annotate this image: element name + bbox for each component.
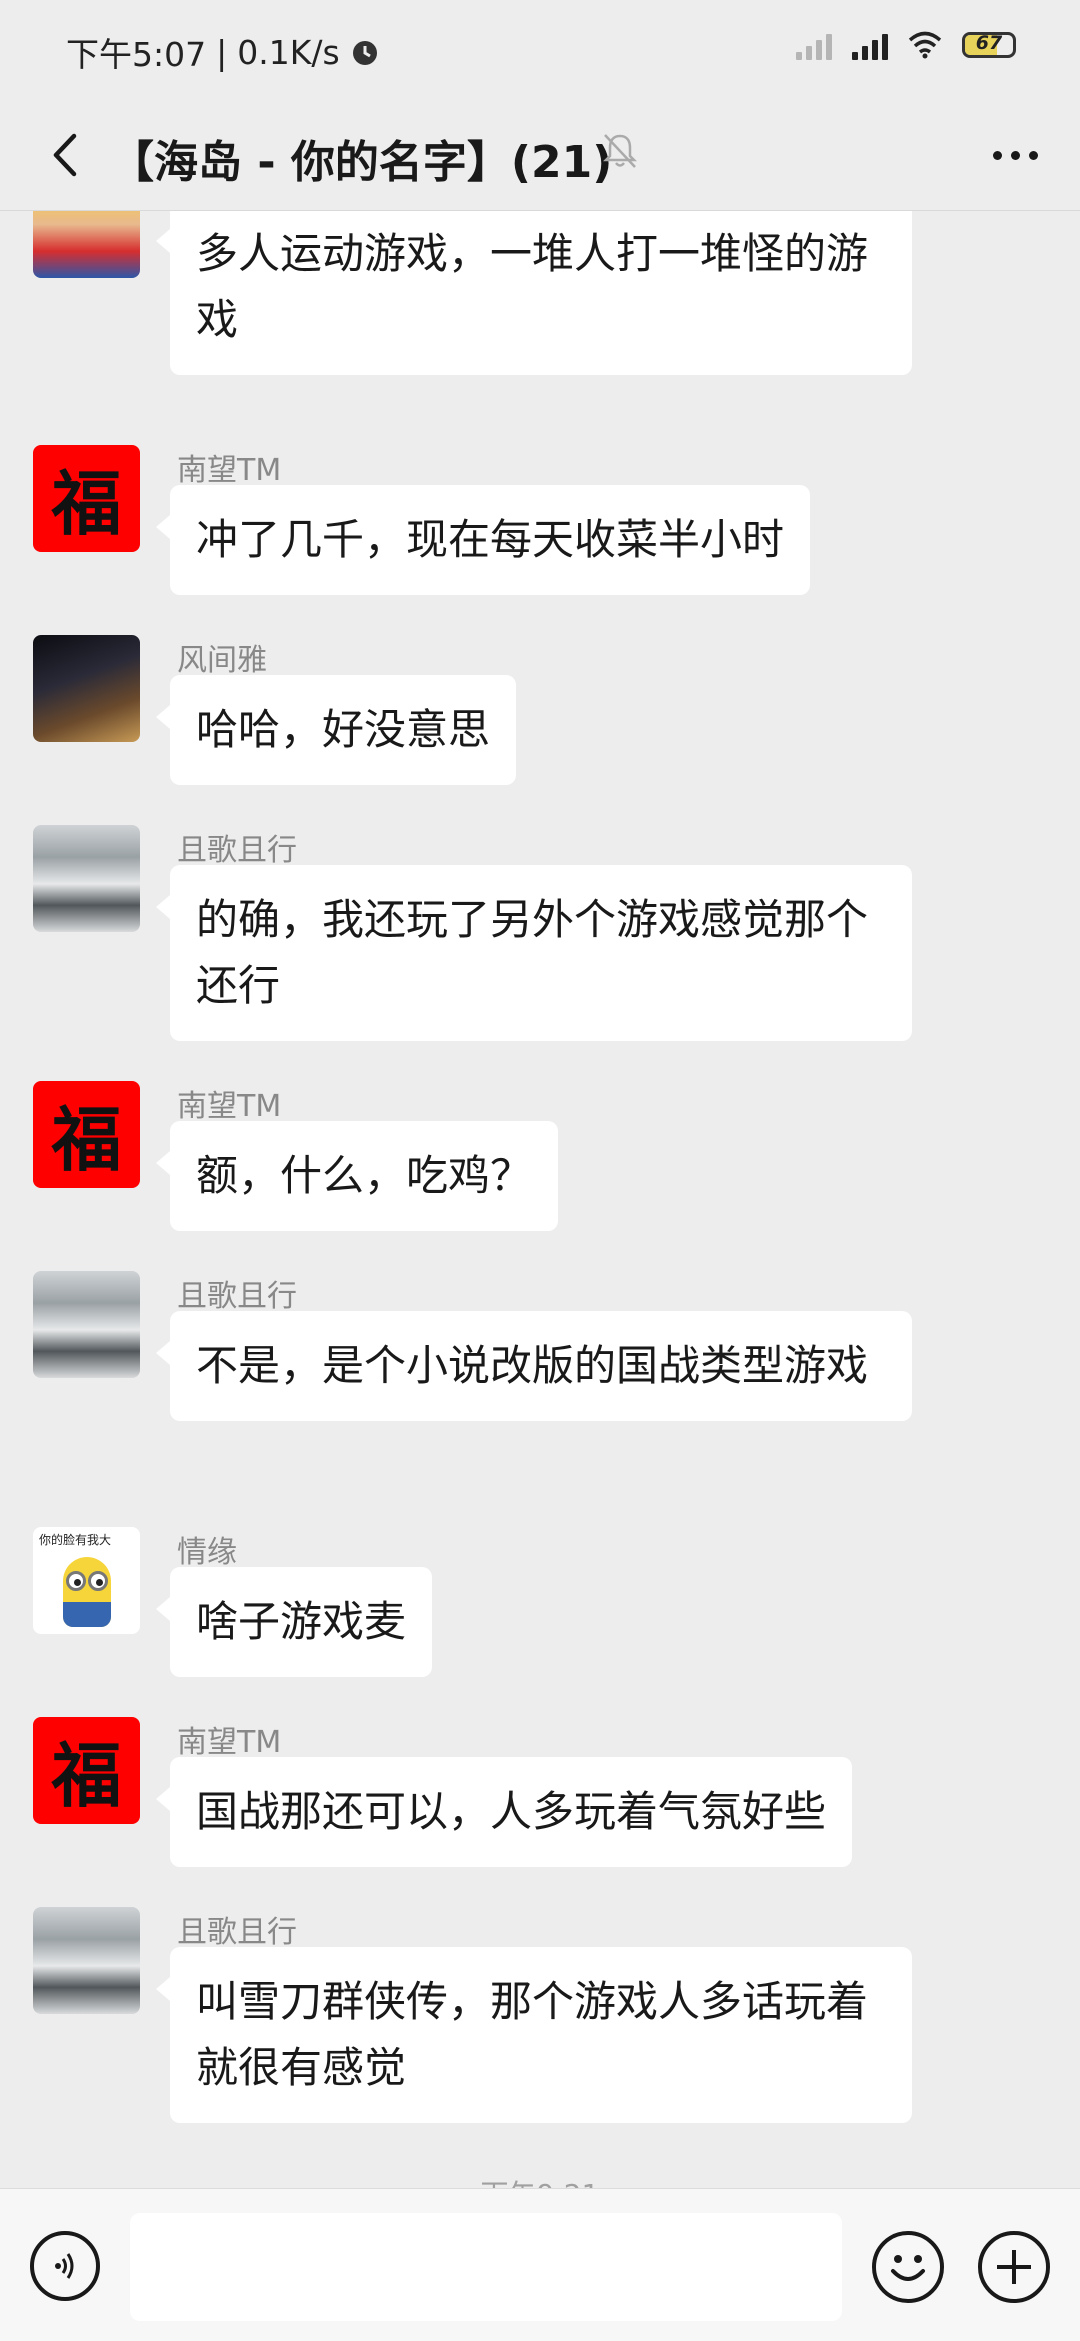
emoji-icon [891,2255,925,2281]
message-bubble[interactable]: 国战那还可以，人多玩着气氛好些 [155,1757,853,1867]
sender-name: 且歌且行 [177,1279,297,1314]
message-bubble[interactable]: 叫雪刀群侠传，那个游戏人多话玩着就很有感觉 [156,1947,912,2123]
chat-title: 【海岛 - 你的名字】(21) [110,137,613,188]
photo-avatar[interactable] [33,635,140,742]
plus-button[interactable] [978,2231,1050,2303]
mute-bell-icon [602,134,638,168]
status-right: 67 [796,30,1016,60]
more-icon [992,150,1002,160]
voice-button[interactable] [30,2231,100,2301]
message-bubble[interactable]: 啥子游戏麦 [155,1567,433,1677]
message-text: 叫雪刀群侠传，那个游戏人多话玩着就很有感觉 [196,1977,869,2092]
status-time: 下午5:07 [66,35,207,74]
sender-name: 南望TM [177,453,282,488]
status-left: 下午5:07 | 0.1K/s [66,28,380,76]
message-text: 额，什么，吃鸡？ [196,1151,533,1200]
message-input[interactable] [130,2213,842,2321]
time-divider: 下午9:21 [0,2173,1080,2188]
more-button[interactable] [980,130,1050,180]
sender-name: 且歌且行 [177,1915,297,1950]
sender-name: 南望TM [177,1089,282,1124]
fu-glyph: 福 [51,1098,122,1181]
sender-name: 风间雅 [177,643,267,678]
input-bar [0,2188,1080,2341]
message-text: 国战那还可以，人多玩着气氛好些 [196,1787,827,1836]
message-text: 不是，是个小说改版的国战类型游戏 [196,1341,869,1390]
message-bubble[interactable]: 哈哈，好没意思 [155,675,517,785]
snow-avatar[interactable] [33,1907,140,2014]
fu-avatar[interactable]: 福 [33,445,140,552]
wifi-icon [908,31,942,59]
back-button[interactable] [30,120,100,190]
signal-icon [852,30,888,60]
sender-name: 且歌且行 [177,833,297,868]
message-item: 你的脸有我大 情缘 啥子游戏麦 [0,1527,1080,1677]
status-separator: | [216,32,228,72]
message-bubble[interactable]: 不是，是个小说改版的国战类型游戏 [156,1311,912,1421]
message-bubble[interactable]: 额，什么，吃鸡？ [155,1121,559,1231]
fu-avatar[interactable]: 福 [33,1717,140,1824]
message-bubble[interactable]: 的确，我还玩了另外个游戏感觉那个还行 [156,865,912,1041]
status-bar: 下午5:07 | 0.1K/s 67 [0,0,1080,100]
snow-avatar[interactable] [33,825,140,932]
sender-name: 南望TM [177,1725,282,1760]
message-text: 冲了几千，现在每天收菜半小时 [196,515,785,564]
battery-level: 67 [975,32,1003,54]
battery-icon: 67 [962,32,1016,58]
minion-avatar[interactable]: 你的脸有我大 [33,1527,140,1634]
fu-glyph: 福 [51,1734,122,1817]
back-arrow-icon [53,133,77,177]
message-text: 的确，我还玩了另外个游戏感觉那个还行 [196,895,869,1010]
signal-icon [796,30,832,60]
message-bubble[interactable]: 冲了几千，现在每天收菜半小时 [155,485,811,595]
message-text: 多人运动游戏，一堆人打一堆怪的游戏 [196,229,869,344]
luffy-avatar[interactable] [33,211,140,278]
message-text: 啥子游戏麦 [196,1597,407,1646]
chat-header: 【海岛 - 你的名字】(21) [0,100,1080,211]
snow-avatar[interactable] [33,1271,140,1378]
message-bubble[interactable]: 多人运动游戏，一堆人打一堆怪的游戏 [156,211,912,375]
sender-name: 情缘 [177,1535,237,1570]
message-list[interactable]: 多人运动游戏，一堆人打一堆怪的游戏 福 南望TM 冲了几千，现在每天收菜半小时 … [0,211,1080,2188]
alarm-icon [352,41,377,65]
emoji-button[interactable] [872,2231,944,2303]
minion-caption: 你的脸有我大 [39,1533,112,1547]
message-text: 哈哈，好没意思 [196,705,491,754]
fu-avatar[interactable]: 福 [33,1081,140,1188]
fu-glyph: 福 [51,462,122,545]
voice-icon [55,2253,74,2279]
network-speed: 0.1K/s [237,32,340,72]
